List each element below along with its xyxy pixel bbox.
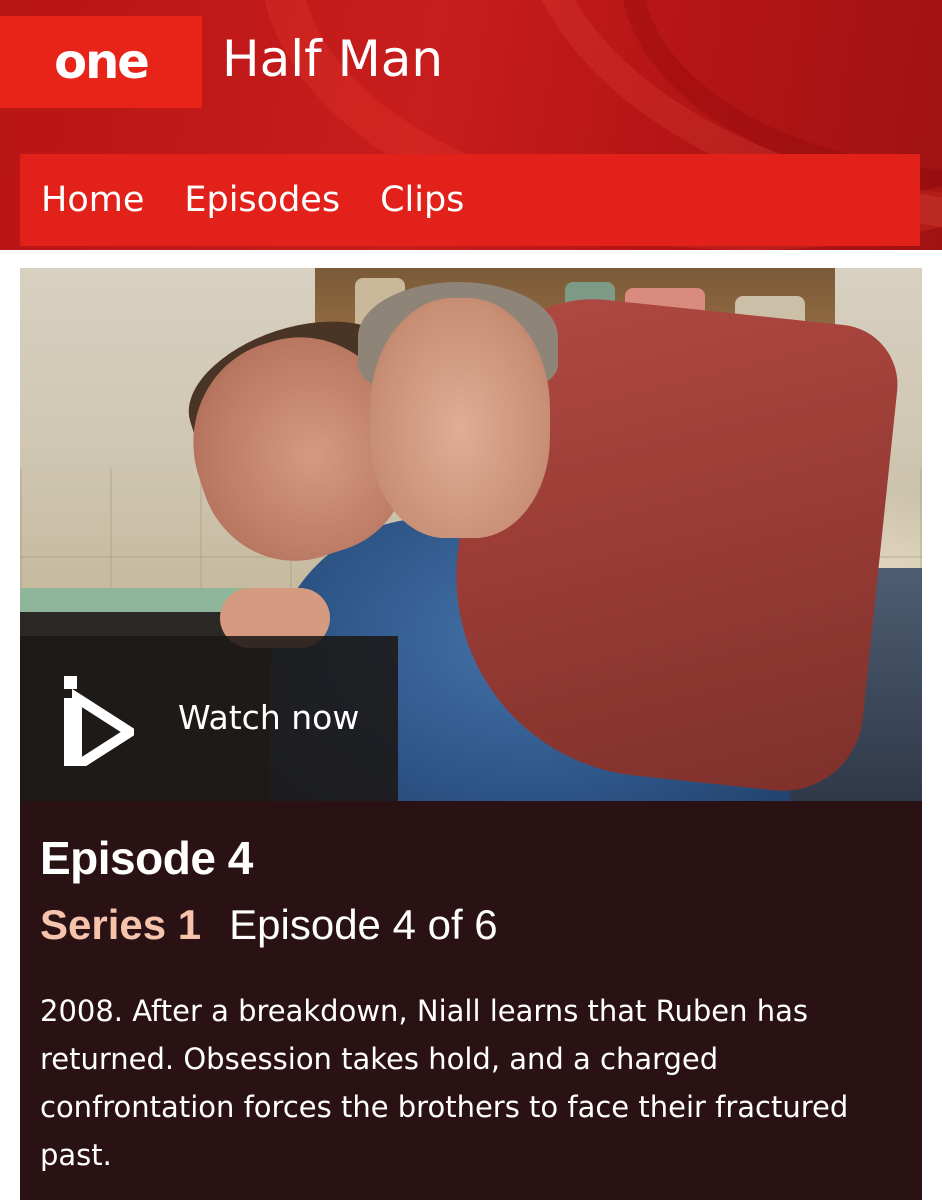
- episode-title: Episode 4: [40, 832, 253, 884]
- episode-count: Episode 4 of 6: [229, 901, 498, 948]
- episode-meta: Series 1 Episode 4 of 6: [40, 901, 498, 949]
- iplayer-play-icon: [64, 676, 134, 766]
- programme-nav: Home Episodes Clips: [20, 154, 920, 246]
- watch-now-button[interactable]: Watch now: [20, 636, 398, 801]
- channel-logo[interactable]: one: [0, 16, 202, 108]
- nav-item-clips[interactable]: Clips: [380, 180, 464, 220]
- series-link[interactable]: Series 1: [40, 901, 201, 948]
- watch-now-label: Watch now: [178, 698, 360, 737]
- episode-hero-image[interactable]: Watch now: [20, 268, 922, 801]
- nav-item-home[interactable]: Home: [41, 180, 144, 220]
- episode-synopsis: 2008. After a breakdown, Niall learns th…: [40, 994, 849, 1172]
- show-title[interactable]: Half Man: [222, 34, 443, 84]
- nav-item-episodes[interactable]: Episodes: [184, 180, 340, 220]
- figure-face: [370, 298, 550, 538]
- channel-header: one Half Man Home Episodes Clips: [0, 0, 942, 250]
- episode-info-panel: Episode 4 Series 1 Episode 4 of 6 2008. A…: [20, 801, 922, 1200]
- channel-logo-text: one: [54, 34, 150, 90]
